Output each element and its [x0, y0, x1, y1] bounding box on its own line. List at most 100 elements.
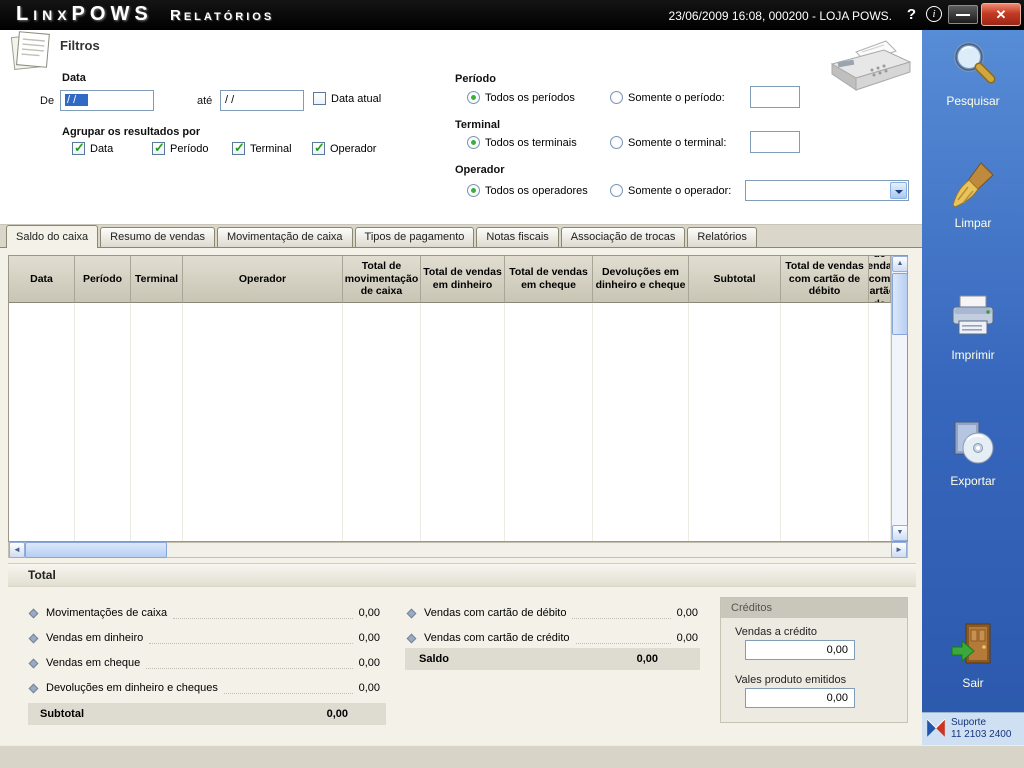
pesquisar-label: Pesquisar: [946, 94, 1000, 108]
radio-somente-periodo[interactable]: Somente o período:: [610, 91, 725, 104]
radio-selected-icon: [467, 184, 480, 197]
imprimir-button[interactable]: Imprimir: [922, 292, 1024, 362]
grid-header-subtotal[interactable]: Subtotal: [689, 256, 781, 303]
checkbox-group-data[interactable]: ✓ Data: [72, 140, 113, 155]
vertical-scroll-thumb[interactable]: [892, 273, 908, 335]
chevron-down-icon[interactable]: [890, 182, 907, 199]
checkbox-label: Operador: [330, 142, 377, 155]
checkbox-group-operador[interactable]: ✓ Operador: [312, 140, 377, 155]
checkbox-group-terminal[interactable]: ✓ Terminal: [232, 140, 292, 155]
grid-column: [593, 303, 689, 541]
radio-somente-terminal[interactable]: Somente o terminal:: [610, 136, 726, 149]
total-row-value: 0,00: [358, 682, 380, 694]
checkbox-label: Data atual: [331, 92, 382, 105]
scroll-left-arrow[interactable]: ◄: [9, 542, 25, 558]
total-row-value: 0,00: [676, 607, 698, 619]
saldo-label: Saldo: [419, 653, 449, 665]
grid-body-empty: [9, 303, 891, 541]
tab-movimentacao-de-caixa[interactable]: Movimentação de caixa: [216, 227, 353, 247]
total-row-label: Vendas com cartão de débito: [424, 607, 567, 619]
radio-todos-periodos[interactable]: Todos os períodos: [467, 91, 575, 104]
total-row-label: Devoluções em dinheiro e cheques: [46, 682, 218, 694]
grid-column: [343, 303, 421, 541]
tab-relatorios[interactable]: Relatórios: [687, 227, 757, 247]
scroll-down-arrow[interactable]: ▼: [892, 525, 908, 541]
close-button[interactable]: ✕: [981, 3, 1021, 26]
radio-label: Somente o operador:: [628, 184, 732, 197]
operador-dropdown[interactable]: [745, 180, 909, 201]
sair-label: Sair: [962, 676, 984, 690]
grid-header-total-movimentacao[interactable]: Total de movimentação de caixa: [343, 256, 421, 303]
bullet-icon: [28, 658, 39, 668]
total-row-vendas-dinheiro: Vendas em dinheiro 0,00: [28, 628, 380, 648]
grid-header-periodo[interactable]: Período: [75, 256, 131, 303]
total-row-label: Vendas com cartão de crédito: [424, 632, 570, 644]
horizontal-scroll-thumb[interactable]: [25, 542, 167, 558]
minimize-button[interactable]: [948, 5, 978, 24]
about-icon[interactable]: i: [926, 6, 942, 22]
totals-section: Total Movimentações de caixa 0,00 Vendas…: [8, 563, 916, 743]
vales-produto-value: 0,00: [826, 692, 848, 704]
sair-button[interactable]: Sair: [922, 620, 1024, 690]
pesquisar-button[interactable]: Pesquisar: [922, 38, 1024, 108]
grid-column: [505, 303, 593, 541]
scroll-right-arrow[interactable]: ►: [891, 542, 907, 558]
help-icon[interactable]: ?: [907, 6, 916, 23]
grid-column: [869, 303, 891, 541]
grid-header-cartao-credito[interactable]: Total de vendas com cartão de crédito: [869, 256, 891, 303]
total-row-vendas-cheque: Vendas em cheque 0,00: [28, 653, 380, 673]
checkbox-group-periodo[interactable]: ✓ Período: [152, 140, 209, 155]
grid-header-vendas-cheque[interactable]: Total de vendas em cheque: [505, 256, 593, 303]
grid-header-devolucoes[interactable]: Devoluções em dinheiro e cheque: [593, 256, 689, 303]
vendas-credito-label: Vendas a crédito: [735, 626, 817, 638]
imprimir-label: Imprimir: [951, 348, 995, 362]
date-to-value: / /: [225, 94, 235, 106]
tab-tipos-de-pagamento[interactable]: Tipos de pagamento: [354, 227, 475, 247]
tab-notas-fiscais[interactable]: Notas fiscais: [476, 227, 559, 247]
date-from-input[interactable]: / /: [60, 90, 154, 111]
radio-todos-operadores[interactable]: Todos os operadores: [467, 184, 588, 197]
checkbox-data-atual[interactable]: Data atual: [313, 92, 381, 105]
limpar-button[interactable]: Limpar: [922, 160, 1024, 230]
check-icon: ✓: [74, 140, 85, 155]
exit-door-icon: [948, 623, 998, 673]
total-row-devolucoes: Devoluções em dinheiro e cheques 0,00: [28, 678, 380, 698]
grid-header-cartao-debito[interactable]: Total de vendas com cartão de débito: [781, 256, 869, 303]
tab-saldo-do-caixa[interactable]: Saldo do caixa: [6, 225, 99, 248]
grid-header-row: Data Período Terminal Operador Total de …: [9, 256, 891, 303]
tabstrip: Saldo do caixa Resumo de vendas Moviment…: [0, 224, 922, 248]
radio-todos-terminais[interactable]: Todos os terminais: [467, 136, 577, 149]
creditos-header: Créditos: [721, 598, 907, 618]
total-row-label: Vendas em dinheiro: [46, 632, 144, 644]
grid-header-operador[interactable]: Operador: [183, 256, 343, 303]
grid-column: [131, 303, 183, 541]
vales-produto-input[interactable]: 0,00: [745, 688, 855, 708]
tab-associacao-de-trocas[interactable]: Associação de trocas: [560, 227, 686, 247]
check-icon: ✓: [154, 140, 165, 155]
total-row-value: 0,00: [676, 632, 698, 644]
vertical-scrollbar[interactable]: ▲ ▼: [891, 256, 908, 541]
vales-produto-label: Vales produto emitidos: [735, 674, 847, 686]
date-to-input[interactable]: / /: [220, 90, 304, 111]
exportar-button[interactable]: Exportar: [922, 418, 1024, 488]
session-info: 23/06/2009 16:08, 000200 - LOJA POWS.: [668, 9, 892, 23]
tab-resumo-de-vendas[interactable]: Resumo de vendas: [100, 227, 215, 247]
date-from-value: / /: [65, 94, 89, 106]
support-logo-icon: [925, 717, 947, 742]
horizontal-scrollbar[interactable]: ◄ ►: [8, 542, 908, 558]
radio-somente-operador[interactable]: Somente o operador:: [610, 184, 731, 197]
grid-header-data[interactable]: Data: [9, 256, 75, 303]
grid-header-terminal[interactable]: Terminal: [131, 256, 183, 303]
periodo-group-label: Período: [455, 73, 496, 85]
grid-header-vendas-dinheiro[interactable]: Total de vendas em dinheiro: [421, 256, 505, 303]
grid-column: [75, 303, 131, 541]
results-grid: Data Período Terminal Operador Total de …: [8, 255, 908, 542]
terminal-input[interactable]: [750, 131, 800, 153]
checkbox-box: ✓: [72, 140, 85, 155]
periodo-input[interactable]: [750, 86, 800, 108]
checkbox-label: Período: [170, 142, 209, 155]
scroll-up-arrow[interactable]: ▲: [892, 256, 908, 272]
vendas-credito-input[interactable]: 0,00: [745, 640, 855, 660]
exportar-label: Exportar: [950, 474, 996, 488]
dotted-leader: [149, 633, 353, 644]
